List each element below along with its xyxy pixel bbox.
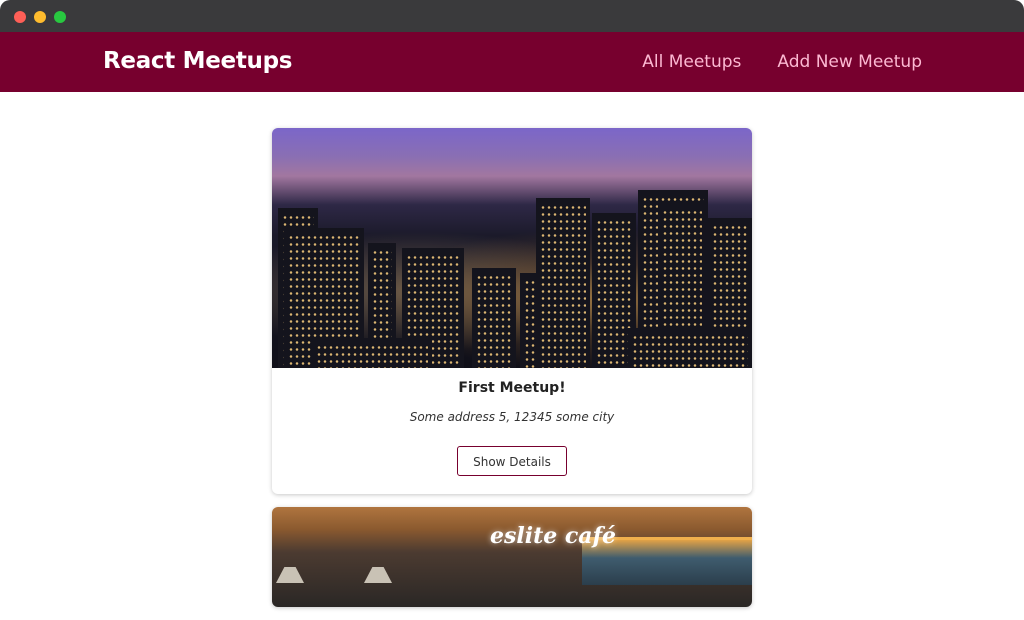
site-header: React Meetups All Meetups Add New Meetup (0, 32, 1024, 92)
show-details-button[interactable]: Show Details (457, 446, 567, 476)
close-window-button[interactable] (14, 11, 26, 23)
main-navigation: All Meetups Add New Meetup (642, 52, 922, 72)
meetup-address: Some address 5, 12345 some city (409, 410, 615, 424)
cafe-interior-image: eslite café (272, 507, 752, 607)
meetup-title: First Meetup! (458, 380, 566, 396)
minimize-window-button[interactable] (34, 11, 46, 23)
site-logo[interactable]: React Meetups (103, 48, 292, 74)
cafe-sign-text: eslite café (490, 523, 617, 549)
maximize-window-button[interactable] (54, 11, 66, 23)
meetup-card-content: First Meetup! Some address 5, 12345 some… (272, 368, 752, 424)
nav-add-new-meetup-link[interactable]: Add New Meetup (777, 52, 922, 72)
nav-all-meetups-link[interactable]: All Meetups (642, 52, 741, 72)
meetup-list: First Meetup! Some address 5, 12345 some… (272, 128, 752, 620)
window-titlebar (0, 0, 1024, 32)
city-skyline-image (272, 128, 752, 368)
meetup-card: First Meetup! Some address 5, 12345 some… (272, 128, 752, 494)
meetup-card: eslite café (272, 507, 752, 607)
meetup-card-actions: Show Details (272, 424, 752, 494)
